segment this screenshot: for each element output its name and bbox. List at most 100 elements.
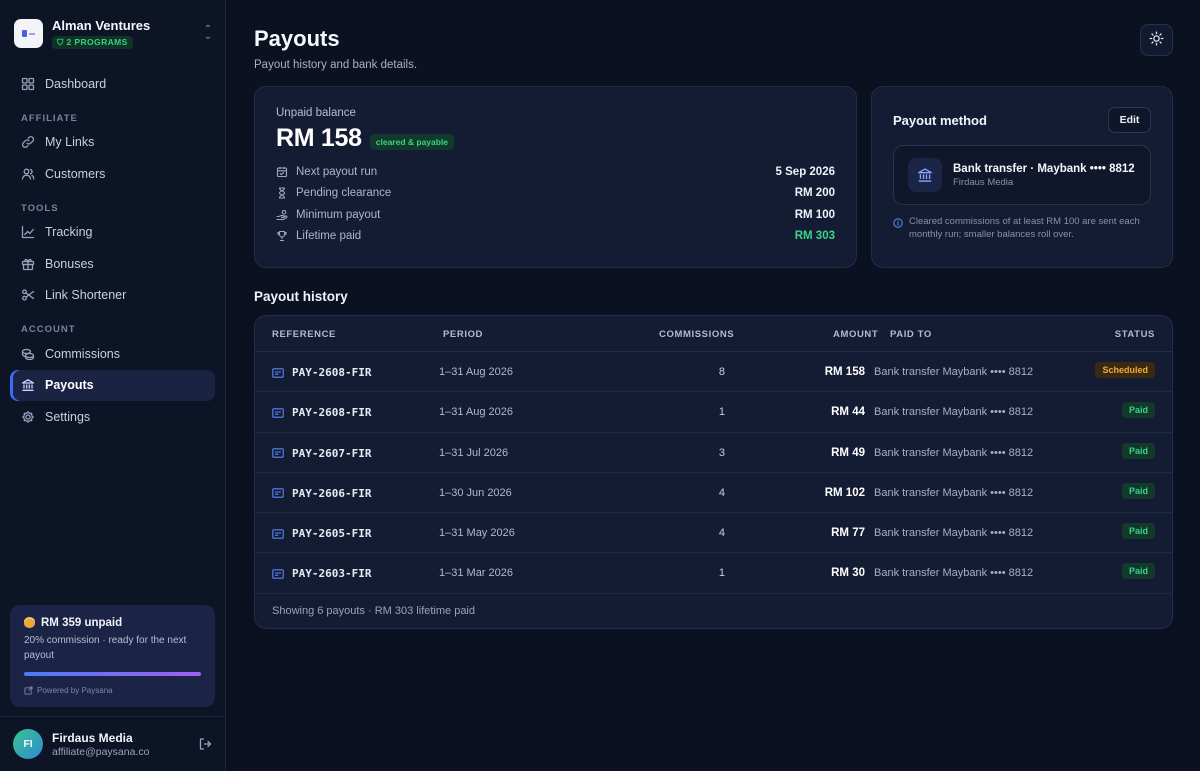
table-row[interactable]: PAY-2607-FIR 1–31 Jul 2026 3 RM 49 Bank … [255, 433, 1172, 473]
sidebar-item-link-shortener[interactable]: Link Shortener [10, 280, 215, 312]
payout-history-table: REFERENCE PERIOD COMMISSIONS AMOUNT PAID… [254, 315, 1173, 629]
status-cell: Paid [1121, 442, 1155, 459]
promo-title: RM 359 unpaid [24, 617, 201, 629]
link-icon [21, 135, 35, 149]
gear-icon [21, 410, 35, 424]
reference-cell[interactable]: PAY-2606-FIR [272, 487, 371, 500]
paid-to-cell: Bank transfer Maybank •••• 8812 [874, 527, 1034, 540]
org-name: Alman Ventures [52, 17, 151, 33]
balance-amount: RM 158 [276, 124, 362, 152]
sidebar-item-tracking[interactable]: Tracking [10, 217, 215, 249]
period-cell: 1–31 Aug 2026 [439, 406, 514, 419]
stat-lifetime-paid: Lifetime paid RM 303 [276, 226, 835, 248]
table-header: REFERENCE PERIOD COMMISSIONS AMOUNT PAID… [255, 316, 1172, 352]
grid-icon [21, 77, 35, 91]
unpaid-promo-card: RM 359 unpaid 20% commission · ready for… [10, 605, 215, 707]
period-cell: 1–30 Jun 2026 [439, 486, 512, 499]
receipt-icon [272, 569, 284, 579]
promo-subtitle: 20% commission · ready for the next payo… [24, 635, 187, 661]
payout-method-title: Payout method [893, 112, 987, 128]
sidebar-item-label: My Links [45, 135, 95, 150]
balance-stats: Next payout run 5 Sep 2026 Pending clear… [276, 161, 835, 247]
status-badge: Paid [1121, 482, 1155, 499]
status-cell: Scheduled [1095, 362, 1155, 378]
sidebar-item-my-links[interactable]: My Links [10, 127, 215, 159]
stat-value: RM 200 [794, 187, 835, 200]
receipt-icon [272, 367, 284, 378]
table-row[interactable]: PAY-2603-FIR 1–31 Mar 2026 1 RM 30 Bank … [255, 553, 1172, 594]
programs-badge-label: 2 PROGRAMS [66, 36, 128, 47]
column-header-period[interactable]: PERIOD [443, 329, 483, 340]
status-cell: Paid [1121, 402, 1155, 419]
reference-cell[interactable]: PAY-2607-FIR [272, 447, 371, 460]
user-email: affiliate@paysana.co [52, 745, 150, 758]
sidebar-item-label: Commissions [45, 346, 121, 361]
column-header-reference[interactable]: REFERENCE [272, 329, 336, 340]
sidebar-item-payouts[interactable]: Payouts [10, 369, 215, 401]
sidebar-item-bonuses[interactable]: Bonuses [10, 248, 215, 280]
hand-coins-icon [276, 209, 288, 221]
sidebar-item-label: Tracking [45, 225, 93, 240]
reference-cell[interactable]: PAY-2603-FIR [272, 567, 371, 580]
org-switcher[interactable]: Alman Ventures ⛉ 2 PROGRAMS ⌃ ⌄ [14, 16, 214, 50]
period-cell: 1–31 Aug 2026 [439, 366, 514, 378]
promo-progress-bar [24, 672, 201, 676]
stat-minimum-payout: Minimum payout RM 100 [276, 204, 835, 226]
reference-label: PAY-2606-FIR [292, 486, 372, 500]
status-cell: Paid [1121, 482, 1155, 499]
page-subtitle: Payout history and bank details. [254, 59, 418, 71]
status-badge: cleared & payable [369, 133, 455, 150]
stat-next-payout: Next payout run 5 Sep 2026 [276, 161, 835, 183]
amount-cell: RM 44 [831, 406, 865, 419]
theme-toggle-button[interactable] [1140, 24, 1173, 56]
reference-cell[interactable]: PAY-2608-FIR [272, 366, 371, 379]
sidebar-item-label: Link Shortener [45, 288, 127, 303]
commissions-cell: 8 [718, 366, 725, 378]
chart-line-icon [21, 225, 35, 239]
logout-icon[interactable] [198, 737, 212, 751]
amount-cell: RM 30 [831, 567, 865, 580]
edit-button[interactable]: Edit [1108, 107, 1151, 133]
table-row[interactable]: PAY-2608-FIR 1–31 Aug 2026 8 RM 158 Bank… [255, 352, 1172, 393]
stat-value: RM 303 [794, 230, 835, 243]
page-title: Payouts [254, 26, 340, 51]
receipt-icon [272, 448, 284, 458]
commissions-cell: 1 [718, 567, 725, 580]
bank-owner: Firdaus Media [953, 176, 1014, 188]
commissions-cell: 4 [718, 486, 725, 499]
programs-badge: ⛉ 2 PROGRAMS [52, 35, 133, 49]
reference-cell[interactable]: PAY-2605-FIR [272, 527, 371, 540]
column-header-paid-to[interactable]: PAID TO [890, 329, 932, 340]
sidebar-item-customers[interactable]: Customers [10, 158, 215, 190]
amount-cell: RM 77 [831, 527, 865, 540]
table-row[interactable]: PAY-2605-FIR 1–31 May 2026 4 RM 77 Bank … [255, 513, 1172, 554]
avatar[interactable]: FI [13, 729, 43, 759]
status-badge: Paid [1121, 402, 1155, 419]
table-row[interactable]: PAY-2608-FIR 1–31 Aug 2026 1 RM 44 Bank … [255, 392, 1172, 433]
receipt-icon [272, 488, 284, 499]
stat-pending-clearance: Pending clearance RM 200 [276, 183, 835, 205]
column-header-status[interactable]: STATUS [1115, 329, 1155, 340]
sidebar-item-dashboard[interactable]: Dashboard [10, 68, 215, 100]
column-header-commissions[interactable]: COMMISSIONS [659, 329, 734, 340]
chevron-up-down-icon[interactable]: ⌃ ⌄ [202, 25, 214, 42]
sidebar-item-label: Dashboard [45, 76, 107, 91]
stat-value: RM 100 [794, 208, 835, 221]
table-row[interactable]: PAY-2606-FIR 1–30 Jun 2026 4 RM 102 Bank… [255, 473, 1172, 514]
sidebar-item-settings[interactable]: Settings [10, 401, 215, 433]
external-link-icon [24, 686, 33, 695]
column-header-amount[interactable]: AMOUNT [833, 329, 878, 340]
trophy-icon [276, 230, 288, 242]
sidebar-item-commissions[interactable]: Commissions [10, 338, 215, 370]
gift-icon [21, 257, 35, 271]
main-content: Payouts Payout history and bank details.… [254, 0, 1174, 771]
reference-label: PAY-2608-FIR [292, 366, 372, 379]
bank-icon [908, 158, 942, 192]
paid-to-cell: Bank transfer Maybank •••• 8812 [874, 567, 1034, 580]
powered-by[interactable]: Powered by Paysana [24, 686, 201, 695]
sun-icon [1149, 31, 1164, 49]
sidebar-item-label: Customers [45, 166, 106, 181]
stat-value: 5 Sep 2026 [775, 165, 835, 178]
calendar-icon [276, 166, 288, 178]
reference-cell[interactable]: PAY-2608-FIR [272, 406, 371, 419]
